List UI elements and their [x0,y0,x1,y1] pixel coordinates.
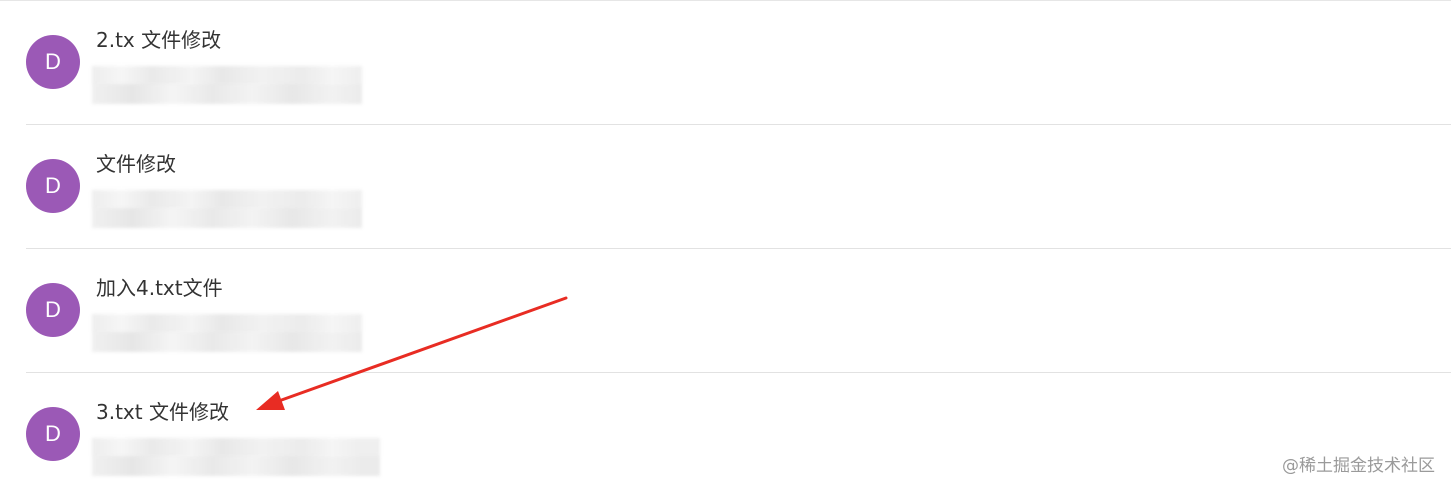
commit-list-item[interactable]: D 文件修改 [26,125,1451,249]
author-avatar[interactable]: D [26,159,80,213]
redacted-commit-details [92,66,362,104]
author-avatar[interactable]: D [26,283,80,337]
author-avatar[interactable]: D [26,407,80,461]
redacted-commit-details [92,314,362,352]
commit-message[interactable]: 文件修改 [96,151,176,177]
commit-message[interactable]: 2.tx 文件修改 [96,27,221,53]
commit-list-item[interactable]: D 加入4.txt文件 [26,249,1451,373]
commit-list-item[interactable]: D 2.tx 文件修改 [26,1,1451,125]
commit-message[interactable]: 3.txt 文件修改 [96,399,229,425]
author-avatar[interactable]: D [26,35,80,89]
redacted-commit-details [92,438,380,476]
redacted-commit-details [92,190,362,228]
watermark-text: @稀土掘金技术社区 [1282,456,1435,476]
commit-list: D 2.tx 文件修改 D 文件修改 D 加入4.txt文件 D 3.txt 文… [0,1,1451,496]
commit-message[interactable]: 加入4.txt文件 [96,275,223,301]
commit-list-item[interactable]: D 3.txt 文件修改 [26,373,1451,496]
